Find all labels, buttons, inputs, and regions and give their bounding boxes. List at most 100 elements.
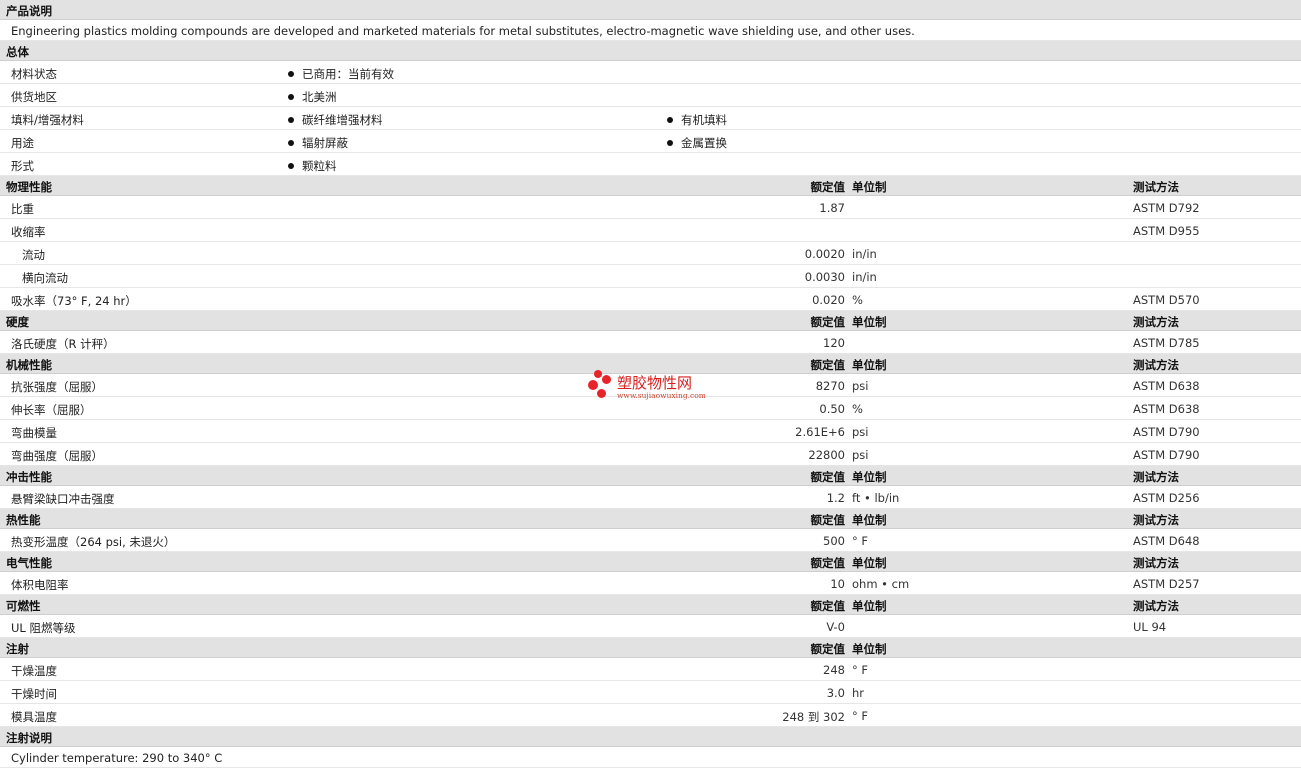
property-row: 吸水率（73° F, 24 hr） 0.020 % ASTM D570: [0, 288, 1301, 311]
section-title: 热性能: [6, 513, 41, 527]
row-unit: psi: [852, 379, 869, 393]
col-header-value: 额定值: [810, 513, 846, 527]
row-unit: ft • lb/in: [852, 491, 900, 505]
section-header-impact: 冲击性能 额定值 单位制 测试方法: [0, 466, 1301, 486]
bullet-icon: [667, 117, 673, 123]
watermark-logo: 塑胶物性网 www.sujiaowuxing.com: [588, 369, 728, 405]
section-title: 物理性能: [6, 180, 52, 194]
row-unit: psi: [852, 425, 869, 439]
bullet-value-2: 有机填料: [667, 112, 727, 128]
row-label: 用途: [11, 136, 34, 150]
row-value: 3.0: [826, 686, 845, 700]
bullet-icon: [288, 140, 294, 146]
row-test-method: ASTM D955: [1133, 224, 1200, 238]
injection-note-text: Cylinder temperature: 290 to 340° C: [11, 751, 223, 765]
row-value: 0.020: [812, 293, 845, 307]
section-title: 可燃性: [6, 599, 41, 613]
logo-dots-icon: [588, 369, 614, 403]
general-row: 填料/增强材料 碳纤维增强材料 有机填料: [0, 107, 1301, 130]
row-test-method: ASTM D785: [1133, 336, 1200, 350]
row-label: 模具温度: [11, 710, 57, 724]
row-value: 10: [830, 577, 845, 591]
row-value: 0.50: [819, 402, 845, 416]
col-header-unit: 单位制: [852, 180, 887, 194]
col-header-unit: 单位制: [852, 358, 887, 372]
row-value: 500: [823, 534, 845, 548]
row-label: 弯曲强度（屈服）: [11, 449, 103, 463]
row-label: UL 阻燃等级: [11, 621, 76, 635]
row-unit: %: [852, 402, 863, 416]
row-value: 22800: [808, 448, 845, 462]
property-row: 流动 0.0020 in/in: [0, 242, 1301, 265]
description-row: Engineering plastics molding compounds a…: [0, 20, 1301, 41]
row-value: 1.2: [826, 491, 845, 505]
property-row: UL 阻燃等级 V-0 UL 94: [0, 615, 1301, 638]
row-unit: ° F: [852, 663, 869, 677]
general-row: 材料状态 已商用：当前有效: [0, 61, 1301, 84]
bullet-icon: [288, 71, 294, 77]
row-value: 0.0020: [804, 247, 845, 261]
col-header-unit: 单位制: [852, 642, 887, 656]
row-unit: in/in: [852, 247, 877, 261]
section-title: 机械性能: [6, 358, 52, 372]
general-row: 用途 辐射屏蔽 金属置换: [0, 130, 1301, 153]
row-value: 1.87: [819, 201, 845, 215]
bullet-icon: [667, 140, 673, 146]
col-header-value: 额定值: [810, 470, 846, 484]
section-title: 总体: [6, 45, 29, 59]
col-header-unit: 单位制: [852, 513, 887, 527]
property-row: 洛氏硬度（R 计秤） 120 ASTM D785: [0, 331, 1301, 354]
row-label: 悬臂梁缺口冲击强度: [11, 492, 115, 506]
general-row: 形式 颗粒料: [0, 153, 1301, 176]
row-unit: hr: [852, 686, 865, 700]
property-row: 收缩率 ASTM D955: [0, 219, 1301, 242]
row-label: 比重: [11, 202, 34, 216]
col-header-value: 额定值: [810, 556, 846, 570]
row-label: 收缩率: [11, 225, 46, 239]
row-label: 流动: [22, 248, 45, 262]
property-row: 热变形温度（264 psi, 未退火） 500 ° F ASTM D648: [0, 529, 1301, 552]
row-value: 248 到 302: [782, 710, 845, 724]
section-header-description: 产品说明: [0, 0, 1301, 20]
property-row: 模具温度 248 到 302 ° F: [0, 704, 1301, 727]
section-header-flammability: 可燃性 额定值 单位制 测试方法: [0, 595, 1301, 615]
property-row: 干燥温度 248 ° F: [0, 658, 1301, 681]
injection-note-row: Cylinder temperature: 290 to 340° C: [0, 747, 1301, 768]
col-header-test: 测试方法: [1133, 513, 1179, 527]
section-title: 冲击性能: [6, 470, 52, 484]
col-header-test: 测试方法: [1133, 358, 1179, 372]
col-header-unit: 单位制: [852, 470, 887, 484]
property-row: 干燥时间 3.0 hr: [0, 681, 1301, 704]
col-header-test: 测试方法: [1133, 315, 1179, 329]
row-label: 热变形温度（264 psi, 未退火）: [11, 535, 176, 549]
bullet-value: 北美洲: [288, 89, 337, 105]
row-label: 形式: [11, 159, 34, 173]
row-label: 吸水率（73° F, 24 hr）: [11, 294, 137, 308]
col-header-unit: 单位制: [852, 556, 887, 570]
row-label: 材料状态: [11, 67, 57, 81]
row-value: 248: [823, 663, 845, 677]
watermark-url: www.sujiaowuxing.com: [617, 391, 706, 400]
row-label: 体积电阻率: [11, 578, 69, 592]
bullet-value: 辐射屏蔽: [288, 135, 348, 151]
bullet-value: 碳纤维增强材料: [288, 112, 383, 128]
row-unit: ohm • cm: [852, 577, 910, 591]
section-header-hardness: 硬度 额定值 单位制 测试方法: [0, 311, 1301, 331]
property-row: 比重 1.87 ASTM D792: [0, 196, 1301, 219]
row-value: V-0: [826, 620, 845, 634]
row-test-method: ASTM D790: [1133, 425, 1200, 439]
row-unit: ° F: [852, 534, 869, 548]
col-header-value: 额定值: [810, 642, 846, 656]
bullet-value-2: 金属置换: [667, 135, 727, 151]
row-value: 0.0030: [804, 270, 845, 284]
row-test-method: ASTM D570: [1133, 293, 1200, 307]
section-title: 注射: [6, 642, 29, 656]
row-unit: in/in: [852, 270, 877, 284]
row-label: 干燥温度: [11, 664, 57, 678]
row-test-method: ASTM D638: [1133, 402, 1200, 416]
property-row: 体积电阻率 10 ohm • cm ASTM D257: [0, 572, 1301, 595]
col-header-value: 额定值: [810, 315, 846, 329]
section-header-injection-note: 注射说明: [0, 727, 1301, 747]
row-test-method: ASTM D790: [1133, 448, 1200, 462]
section-title: 注射说明: [6, 731, 52, 745]
